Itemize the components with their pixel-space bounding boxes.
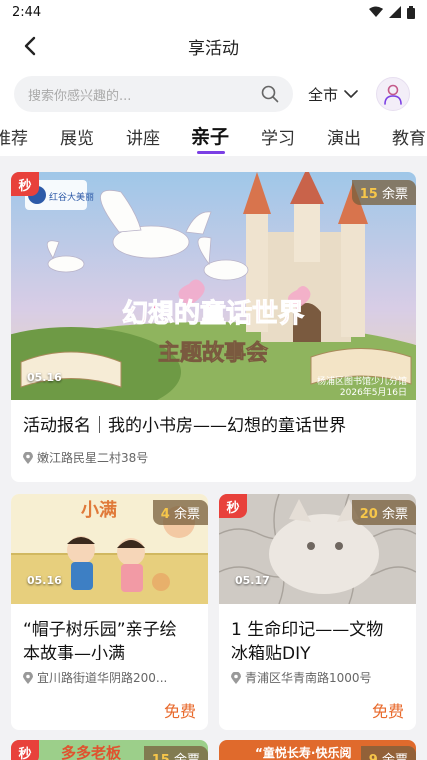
- activity-card[interactable]: 秒 20 余票 05.17 1 生命印记——文物 冰箱贴DIY 青浦区华青南路1…: [219, 494, 416, 730]
- search-input[interactable]: 搜索你感兴趣的...: [14, 76, 293, 112]
- activity-date: 05.17: [235, 574, 270, 587]
- nav-bar: 享活动: [0, 24, 427, 68]
- tab-performance[interactable]: 演出: [327, 124, 361, 149]
- fairytale-poster-illustration: 红谷大美丽 幻想的童话世界 主题故事会 杨浦区图书馆少儿分馆 2026年5月16…: [11, 172, 416, 442]
- cellular-signal-icon: [389, 6, 401, 18]
- ticket-unit: 余票: [381, 187, 408, 202]
- battery-icon: [407, 5, 415, 19]
- location-pin-icon: [231, 671, 241, 684]
- search-row: 搜索你感兴趣的... 全市: [0, 68, 427, 120]
- poster-text: 多多老板: [61, 744, 122, 760]
- remaining-tickets-badge: 4 余票: [152, 500, 208, 525]
- chevron-left-icon: [24, 36, 36, 56]
- remaining-tickets-badge: 15 余票: [143, 746, 208, 760]
- ticket-count: 20: [359, 507, 378, 522]
- user-icon: [384, 84, 402, 105]
- activity-location: 宜川路街道华阴路200...: [23, 669, 203, 686]
- wifi-icon: [369, 6, 383, 17]
- ticket-count: 15: [152, 753, 170, 760]
- poster-footer-date-text: 2026年5月16日: [340, 386, 407, 398]
- category-tabs: 推荐 展览 讲座 亲子 学习 演出 教育: [0, 120, 427, 156]
- tab-lecture[interactable]: 讲座: [126, 124, 160, 149]
- activity-location: 嫩江路民星二村38号: [23, 449, 408, 466]
- ticket-count: 9: [369, 753, 378, 760]
- seckill-badge: 秒: [219, 494, 247, 518]
- remaining-tickets-badge: 20 余票: [351, 500, 416, 525]
- ticket-count: 4: [160, 507, 170, 522]
- search-icon[interactable]: [261, 85, 279, 103]
- poster-subtitle-text: 主题故事会: [158, 340, 268, 366]
- price-label: 免费: [371, 702, 404, 721]
- page-title: 享活动: [188, 38, 239, 59]
- remaining-tickets-badge: 15 余票: [351, 180, 416, 205]
- activity-date: 05.16: [27, 574, 62, 587]
- activity-card[interactable]: 多多老板 秒 15 余票: [11, 740, 208, 760]
- activity-card[interactable]: 小满 4 余票 05.16 “帽子树乐园”亲子绘 本故事—小满 宜川路街道华阴路…: [11, 494, 208, 730]
- status-time: 2:44: [12, 4, 42, 20]
- back-button[interactable]: [18, 34, 42, 58]
- tab-exhibition[interactable]: 展览: [60, 124, 94, 149]
- tab-recommend[interactable]: 推荐: [0, 124, 28, 149]
- poster-text: 小满: [81, 499, 117, 521]
- poster-footer-text: 杨浦区图书馆少儿分馆: [317, 375, 407, 387]
- activity-location: 青浦区华青南路1000号: [231, 669, 411, 686]
- activity-title-line1: 1 生命印记——文物: [231, 620, 384, 640]
- search-placeholder: 搜索你感兴趣的...: [28, 88, 132, 104]
- seckill-badge: 秒: [11, 172, 39, 196]
- location-text: 宜川路街道华阴路200...: [37, 671, 168, 685]
- poster-text: “童悦长寿·快乐阅: [255, 746, 352, 760]
- location-text: 青浦区华青南路1000号: [245, 671, 372, 685]
- seckill-badge: 秒: [11, 740, 39, 760]
- location-pin-icon: [23, 671, 33, 684]
- poster-org-text: 红谷大美丽: [49, 191, 94, 203]
- location-pin-icon: [23, 451, 33, 464]
- city-label: 全市: [308, 86, 339, 104]
- active-tab-indicator: [197, 151, 225, 154]
- activity-title-line2: 冰箱贴DIY: [231, 644, 311, 660]
- ticket-unit: 余票: [174, 753, 200, 760]
- activity-title: 活动报名｜我的小书房——幻想的童话世界: [23, 416, 346, 436]
- tab-education[interactable]: 教育: [392, 124, 426, 149]
- tab-parent-child[interactable]: 亲子: [191, 122, 229, 149]
- featured-poster-image: 红谷大美丽 幻想的童话世界 主题故事会 杨浦区图书馆少儿分馆 2026年5月16…: [11, 172, 416, 442]
- ticket-unit: 余票: [382, 753, 408, 760]
- chevron-down-icon: [344, 90, 358, 98]
- remaining-tickets-badge: 9 余票: [360, 746, 416, 760]
- activity-card[interactable]: “童悦长寿·快乐阅 9 余票: [219, 740, 416, 760]
- price-label: 免费: [163, 702, 196, 721]
- status-bar: 2:44: [0, 0, 427, 24]
- user-avatar-button[interactable]: [376, 77, 410, 111]
- activity-title-line1: “帽子树乐园”亲子绘: [23, 620, 177, 640]
- city-dropdown[interactable]: 全市: [308, 84, 358, 105]
- ticket-unit: 余票: [173, 507, 200, 522]
- ticket-count: 15: [359, 187, 378, 202]
- tab-study[interactable]: 学习: [261, 124, 295, 149]
- activity-title-line2: 本故事—小满: [23, 644, 125, 660]
- activity-date: 05.16: [27, 371, 62, 384]
- status-icons: [369, 5, 415, 19]
- poster-title-text: 幻想的童话世界: [122, 298, 304, 329]
- location-text: 嫩江路民星二村38号: [37, 451, 149, 465]
- ticket-unit: 余票: [381, 507, 408, 522]
- featured-activity-card[interactable]: 红谷大美丽 幻想的童话世界 主题故事会 杨浦区图书馆少儿分馆 2026年5月16…: [11, 172, 416, 482]
